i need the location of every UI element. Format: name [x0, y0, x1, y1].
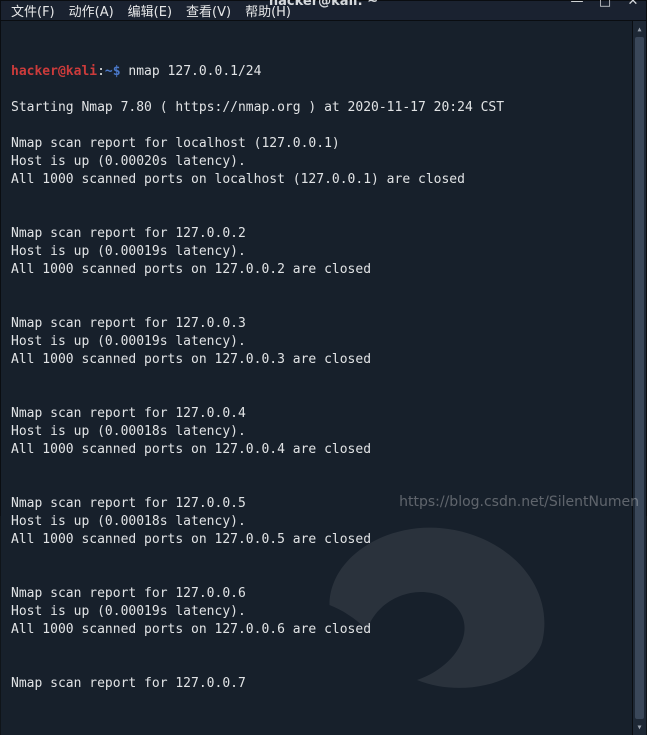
ports-line: All 1000 scanned ports on localhost (127…	[11, 171, 624, 189]
maximize-button[interactable]: □	[596, 0, 614, 10]
scroll-down-icon[interactable]: ▾	[633, 719, 646, 735]
host-up-line: Host is up (0.00019s latency).	[11, 333, 624, 351]
intro-line: Starting Nmap 7.80 ( https://nmap.org ) …	[11, 99, 624, 117]
terminal-window: hacker@kali: ~ — □ ✕ 文件(F) 动作(A) 编辑(E) 查…	[0, 0, 647, 516]
scrollbar-thumb[interactable]	[635, 37, 644, 719]
scan-report-line: Nmap scan report for 127.0.0.3	[11, 315, 624, 333]
menu-view[interactable]: 查看(V)	[186, 1, 231, 20]
prompt-path: ~	[105, 64, 113, 79]
minimize-button[interactable]: —	[568, 0, 586, 10]
close-icon: ✕	[628, 0, 639, 9]
tail-line: Nmap scan report for 127.0.0.7	[11, 675, 624, 693]
ports-line: All 1000 scanned ports on 127.0.0.5 are …	[11, 531, 624, 549]
scroll-up-icon[interactable]: ▴	[633, 21, 646, 37]
close-button[interactable]: ✕	[624, 0, 642, 10]
window-title: hacker@kali: ~	[269, 0, 378, 9]
host-block: Nmap scan report for 127.0.0.3Host is up…	[11, 315, 624, 369]
host-up-line: Host is up (0.00019s latency).	[11, 603, 624, 621]
scan-report-line: Nmap scan report for localhost (127.0.0.…	[11, 135, 624, 153]
ports-line: All 1000 scanned ports on 127.0.0.6 are …	[11, 621, 624, 639]
host-block: Nmap scan report for localhost (127.0.0.…	[11, 135, 624, 189]
host-up-line: Host is up (0.00018s latency).	[11, 423, 624, 441]
prompt-sigil: $	[113, 64, 121, 79]
host-block: Nmap scan report for 127.0.0.5Host is up…	[11, 495, 624, 549]
host-block: Nmap scan report for 127.0.0.6Host is up…	[11, 585, 624, 639]
host-up-line: Host is up (0.00020s latency).	[11, 153, 624, 171]
window-controls: — □ ✕	[568, 0, 642, 10]
prompt-user: hacker@kali	[11, 64, 97, 79]
menu-file[interactable]: 文件(F)	[11, 1, 55, 20]
prompt-sep: :	[97, 64, 105, 79]
menu-edit[interactable]: 编辑(E)	[128, 1, 172, 20]
scan-report-line: Nmap scan report for 127.0.0.2	[11, 225, 624, 243]
scan-report-line: Nmap scan report for 127.0.0.5	[11, 495, 624, 513]
command-text: nmap 127.0.0.1/24	[128, 64, 261, 79]
scan-report-line: Nmap scan report for 127.0.0.6	[11, 585, 624, 603]
scrollbar[interactable]: ▴ ▾	[632, 21, 646, 735]
host-block: Nmap scan report for 127.0.0.4Host is up…	[11, 405, 624, 459]
prompt-line: hacker@kali:~$ nmap 127.0.0.1/24	[11, 63, 624, 81]
ports-line: All 1000 scanned ports on 127.0.0.2 are …	[11, 261, 624, 279]
host-up-line: Host is up (0.00019s latency).	[11, 243, 624, 261]
ports-line: All 1000 scanned ports on 127.0.0.4 are …	[11, 441, 624, 459]
host-block: Nmap scan report for 127.0.0.2Host is up…	[11, 225, 624, 279]
maximize-icon: □	[599, 0, 611, 9]
minimize-icon: —	[571, 0, 584, 9]
terminal-area: hacker@kali:~$ nmap 127.0.0.1/24 Startin…	[1, 21, 646, 735]
scan-report-line: Nmap scan report for 127.0.0.4	[11, 405, 624, 423]
menu-actions[interactable]: 动作(A)	[69, 1, 114, 20]
ports-line: All 1000 scanned ports on 127.0.0.3 are …	[11, 351, 624, 369]
terminal-output[interactable]: hacker@kali:~$ nmap 127.0.0.1/24 Startin…	[1, 21, 632, 735]
scrollbar-track[interactable]	[633, 37, 646, 719]
